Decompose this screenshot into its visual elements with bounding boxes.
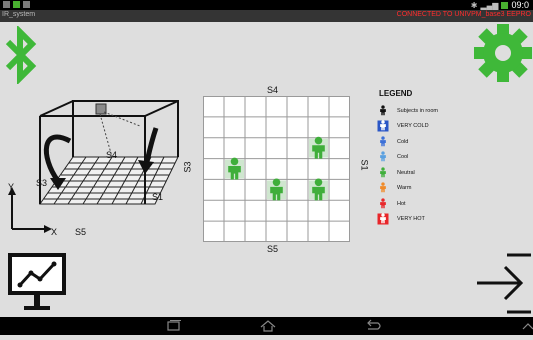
occupancy-grid-canvas bbox=[203, 96, 350, 242]
diagram-label-s3: S3 bbox=[36, 178, 48, 188]
legend-item-label: Neutral bbox=[397, 169, 415, 176]
occupant-marker bbox=[225, 157, 244, 180]
home-icon[interactable] bbox=[260, 320, 276, 332]
legend-item: Cold bbox=[377, 134, 492, 150]
person-icon bbox=[377, 120, 389, 132]
person-icon bbox=[377, 105, 389, 117]
room-3d-diagram: S4 S3 S1 S5 Y X bbox=[0, 96, 185, 242]
clock: 09:0 bbox=[511, 0, 529, 10]
legend-item: VERY HOT bbox=[377, 212, 492, 228]
battery-notification-icon bbox=[13, 1, 20, 8]
grid-label-bottom: S5 bbox=[267, 244, 279, 254]
legend-item-label: Cold bbox=[397, 138, 409, 145]
person-icon bbox=[377, 136, 389, 148]
legend-item: Subjects in room bbox=[377, 103, 492, 119]
system-icons: ✱ ▂▄▆ 09:0 bbox=[471, 0, 529, 10]
legend-item-label: Warm bbox=[397, 185, 412, 192]
grid-label-right: S1 bbox=[359, 159, 370, 171]
grid-label-top: S4 bbox=[267, 85, 279, 95]
legend-item-label: Cool bbox=[397, 154, 409, 161]
back-icon[interactable] bbox=[367, 319, 381, 330]
diagram-label-s4: S4 bbox=[106, 150, 118, 160]
person-icon bbox=[377, 213, 389, 225]
legend-item: Hot bbox=[377, 196, 492, 212]
settings-button[interactable] bbox=[474, 22, 532, 84]
notification-icon bbox=[3, 1, 10, 8]
bluetooth-status-icon: ✱ bbox=[470, 0, 478, 10]
signal-icon: ▂▄▆ bbox=[480, 0, 499, 10]
chart-icon bbox=[8, 253, 66, 310]
person-icon bbox=[377, 182, 389, 194]
legend: LEGEND Subjects in room VERY COLD Cold Cool… bbox=[377, 89, 492, 227]
chart-button[interactable] bbox=[7, 252, 67, 314]
exit-button[interactable] bbox=[474, 252, 533, 314]
occupant-marker bbox=[309, 178, 328, 201]
legend-item-label: Hot bbox=[397, 200, 406, 207]
person-icon bbox=[377, 198, 389, 210]
gear-icon bbox=[474, 24, 532, 82]
diagram-label-s5: S5 bbox=[75, 227, 87, 237]
app-title: IR_system bbox=[2, 11, 36, 18]
bluetooth-button[interactable] bbox=[4, 24, 38, 86]
legend-item: Neutral bbox=[377, 165, 492, 181]
bluetooth-icon bbox=[5, 24, 37, 86]
grid-label-left: S3 bbox=[182, 161, 193, 173]
legend-title: LEGEND bbox=[379, 89, 413, 98]
occupant-marker bbox=[309, 136, 328, 159]
notification-icons bbox=[3, 1, 30, 9]
legend-item-label: VERY COLD bbox=[397, 123, 429, 130]
status-bar: ✱ ▂▄▆ 09:0 bbox=[0, 0, 533, 10]
connection-status: CONNECTED TO UNIVPM_base3 EEPRO bbox=[396, 11, 531, 18]
navigation-bar bbox=[0, 317, 533, 335]
battery-icon bbox=[501, 1, 509, 9]
legend-item: VERY COLD bbox=[377, 119, 492, 135]
app-title-bar: IR_system CONNECTED TO UNIVPM_base3 EEPR… bbox=[0, 10, 533, 22]
axis-label-y: Y bbox=[8, 182, 15, 192]
recent-apps-icon[interactable] bbox=[167, 320, 181, 331]
occupancy-grid bbox=[203, 96, 350, 242]
exit-arrow-icon bbox=[477, 253, 531, 314]
occupant-marker bbox=[267, 178, 286, 201]
axis-label-x: X bbox=[51, 227, 58, 237]
person-icon bbox=[377, 167, 389, 179]
expand-icon[interactable] bbox=[522, 323, 533, 330]
diagram-label-s1: S1 bbox=[152, 192, 164, 202]
legend-item: Cool bbox=[377, 150, 492, 166]
legend-item-label: VERY HOT bbox=[397, 216, 425, 223]
file-notification-icon bbox=[23, 1, 30, 8]
legend-item: Warm bbox=[377, 181, 492, 197]
person-icon bbox=[377, 151, 389, 163]
legend-item-label: Subjects in room bbox=[397, 107, 438, 114]
legend-list: Subjects in room VERY COLD Cold Cool Neutral… bbox=[377, 103, 492, 227]
